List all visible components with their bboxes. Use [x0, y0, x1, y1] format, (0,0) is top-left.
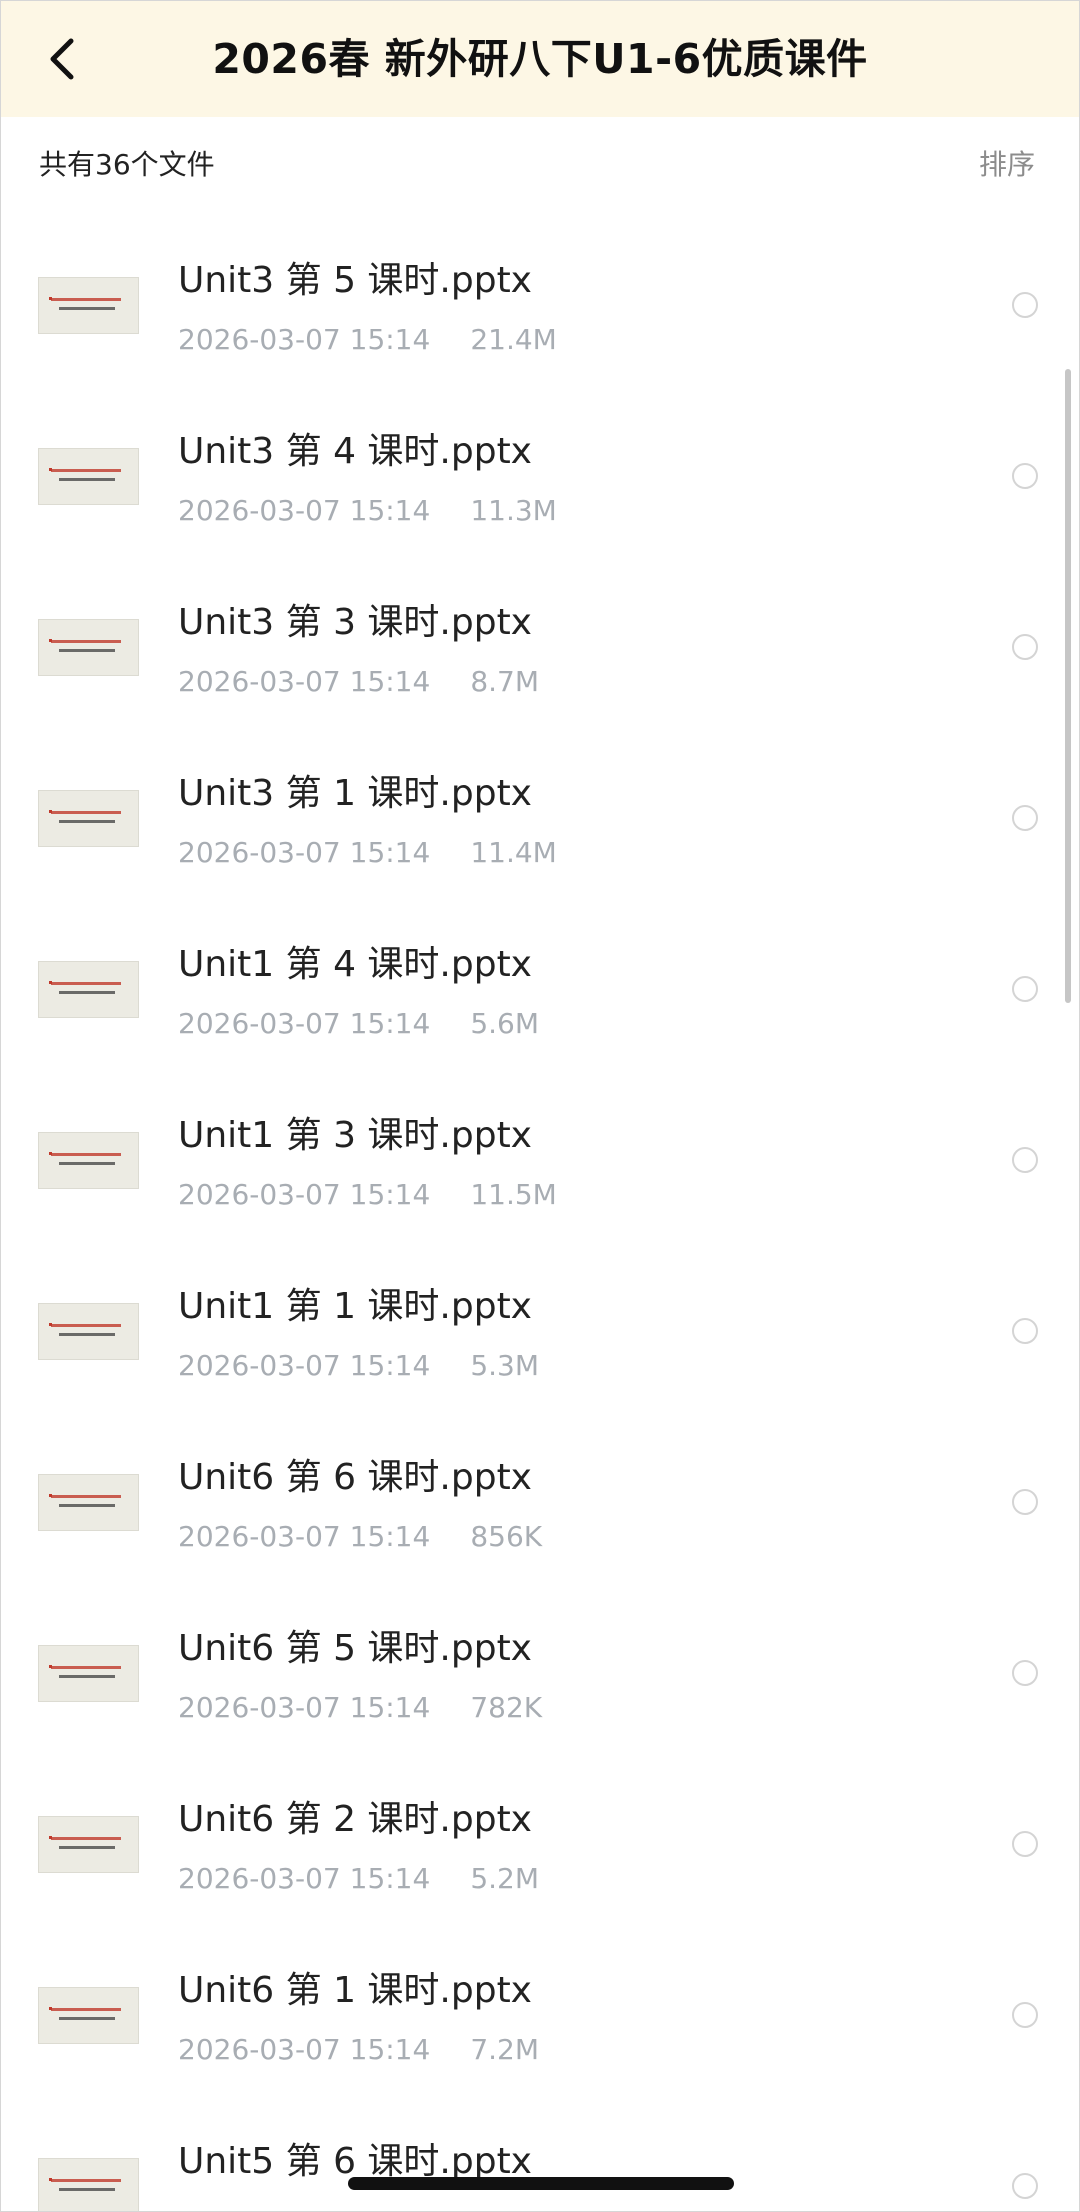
file-size: 11.5M [470, 1178, 557, 1211]
file-row[interactable]: Unit6 第 6 课时.pptx 2026-03-07 15:14 856K [1, 1414, 1079, 1585]
file-thumbnail [38, 277, 139, 334]
file-meta: 2026-03-07 15:14 11.5M [178, 1176, 557, 1214]
file-date: 2026-03-07 15:14 [178, 323, 431, 356]
file-row[interactable]: Unit3 第 4 课时.pptx 2026-03-07 15:14 11.3M [1, 388, 1079, 559]
select-radio[interactable] [1012, 1147, 1038, 1173]
file-meta: 2026-03-07 15:14 7.2M [178, 2031, 539, 2069]
file-row[interactable]: Unit5 第 6 课时.pptx [1, 2098, 1079, 2211]
file-date: 2026-03-07 15:14 [178, 1862, 431, 1895]
file-size: 5.2M [470, 1862, 540, 1895]
file-thumbnail [38, 448, 139, 505]
file-size: 11.4M [470, 836, 557, 869]
file-row[interactable]: Unit6 第 1 课时.pptx 2026-03-07 15:14 7.2M [1, 1927, 1079, 2098]
file-size: 8.7M [470, 665, 540, 698]
file-meta: 2026-03-07 15:14 5.2M [178, 1860, 539, 1898]
select-radio[interactable] [1012, 1318, 1038, 1344]
page-title: 2026春 新外研八下U1-6优质课件 [212, 35, 868, 83]
file-thumbnail [38, 1303, 139, 1360]
file-date: 2026-03-07 15:14 [178, 1520, 431, 1553]
file-date: 2026-03-07 15:14 [178, 2033, 431, 2066]
file-name: Unit6 第 6 课时.pptx [178, 1457, 532, 1498]
file-name: Unit3 第 4 课时.pptx [178, 431, 532, 472]
file-name: Unit3 第 1 课时.pptx [178, 773, 532, 814]
file-row[interactable]: Unit3 第 3 课时.pptx 2026-03-07 15:14 8.7M [1, 559, 1079, 730]
file-row[interactable]: Unit6 第 5 课时.pptx 2026-03-07 15:14 782K [1, 1585, 1079, 1756]
scrollbar-thumb[interactable] [1065, 369, 1071, 1003]
file-row[interactable]: Unit1 第 1 课时.pptx 2026-03-07 15:14 5.3M [1, 1243, 1079, 1414]
select-radio[interactable] [1012, 1489, 1038, 1515]
select-radio[interactable] [1012, 463, 1038, 489]
file-thumbnail [38, 1645, 139, 1702]
file-size: 11.3M [470, 494, 557, 527]
file-size: 5.3M [470, 1349, 540, 1382]
file-name: Unit1 第 3 课时.pptx [178, 1115, 532, 1156]
file-meta: 2026-03-07 15:14 5.6M [178, 1005, 539, 1043]
file-thumbnail [38, 2158, 139, 2211]
file-size: 856K [470, 1520, 543, 1553]
select-radio[interactable] [1012, 805, 1038, 831]
sort-button[interactable]: 排序 [979, 145, 1035, 185]
file-row[interactable]: Unit1 第 3 课时.pptx 2026-03-07 15:14 11.5M [1, 1072, 1079, 1243]
select-radio[interactable] [1012, 1660, 1038, 1686]
file-meta: 2026-03-07 15:14 21.4M [178, 321, 557, 359]
file-date: 2026-03-07 15:14 [178, 1349, 431, 1382]
file-size: 782K [470, 1691, 543, 1724]
file-name: Unit3 第 3 课时.pptx [178, 602, 532, 643]
file-date: 2026-03-07 15:14 [178, 1178, 431, 1211]
home-indicator[interactable] [348, 2177, 734, 2190]
file-list: Unit3 第 5 课时.pptx 2026-03-07 15:14 21.4M … [1, 217, 1079, 2211]
file-thumbnail [38, 619, 139, 676]
file-name: Unit6 第 5 课时.pptx [178, 1628, 532, 1669]
select-radio[interactable] [1012, 1831, 1038, 1857]
file-meta: 2026-03-07 15:14 8.7M [178, 663, 539, 701]
file-row[interactable]: Unit3 第 1 课时.pptx 2026-03-07 15:14 11.4M [1, 730, 1079, 901]
file-name: Unit6 第 2 课时.pptx [178, 1799, 532, 1840]
file-name: Unit3 第 5 课时.pptx [178, 260, 532, 301]
file-thumbnail [38, 790, 139, 847]
file-name: Unit1 第 1 课时.pptx [178, 1286, 532, 1327]
select-radio[interactable] [1012, 634, 1038, 660]
file-meta: 2026-03-07 15:14 782K [178, 1689, 542, 1727]
file-meta: 2026-03-07 15:14 11.4M [178, 834, 557, 872]
list-toolbar: 共有36个文件 排序 [1, 117, 1079, 217]
file-name: Unit1 第 4 课时.pptx [178, 944, 532, 985]
file-count: 共有36个文件 [39, 148, 215, 181]
app-screen: 2026春 新外研八下U1-6优质课件 共有36个文件 排序 Unit3 第 5… [0, 0, 1080, 2212]
file-size: 7.2M [470, 2033, 540, 2066]
file-row[interactable]: Unit6 第 2 课时.pptx 2026-03-07 15:14 5.2M [1, 1756, 1079, 1927]
select-radio[interactable] [1012, 292, 1038, 318]
select-radio[interactable] [1012, 976, 1038, 1002]
file-row[interactable]: Unit1 第 4 课时.pptx 2026-03-07 15:14 5.6M [1, 901, 1079, 1072]
file-date: 2026-03-07 15:14 [178, 1691, 431, 1724]
select-radio[interactable] [1012, 2002, 1038, 2028]
file-date: 2026-03-07 15:14 [178, 1007, 431, 1040]
file-size: 21.4M [470, 323, 557, 356]
file-row[interactable]: Unit3 第 5 课时.pptx 2026-03-07 15:14 21.4M [1, 217, 1079, 388]
file-meta: 2026-03-07 15:14 5.3M [178, 1347, 539, 1385]
file-meta: 2026-03-07 15:14 11.3M [178, 492, 557, 530]
file-meta [178, 2202, 218, 2211]
file-thumbnail [38, 1132, 139, 1189]
file-thumbnail [38, 1474, 139, 1531]
file-date: 2026-03-07 15:14 [178, 494, 431, 527]
file-thumbnail [38, 961, 139, 1018]
select-radio[interactable] [1012, 2173, 1038, 2199]
file-size: 5.6M [470, 1007, 540, 1040]
file-name: Unit6 第 1 课时.pptx [178, 1970, 532, 2011]
header-bar: 2026春 新外研八下U1-6优质课件 [1, 1, 1079, 117]
file-date: 2026-03-07 15:14 [178, 665, 431, 698]
file-date: 2026-03-07 15:14 [178, 836, 431, 869]
file-thumbnail [38, 1816, 139, 1873]
file-meta: 2026-03-07 15:14 856K [178, 1518, 542, 1556]
file-thumbnail [38, 1987, 139, 2044]
